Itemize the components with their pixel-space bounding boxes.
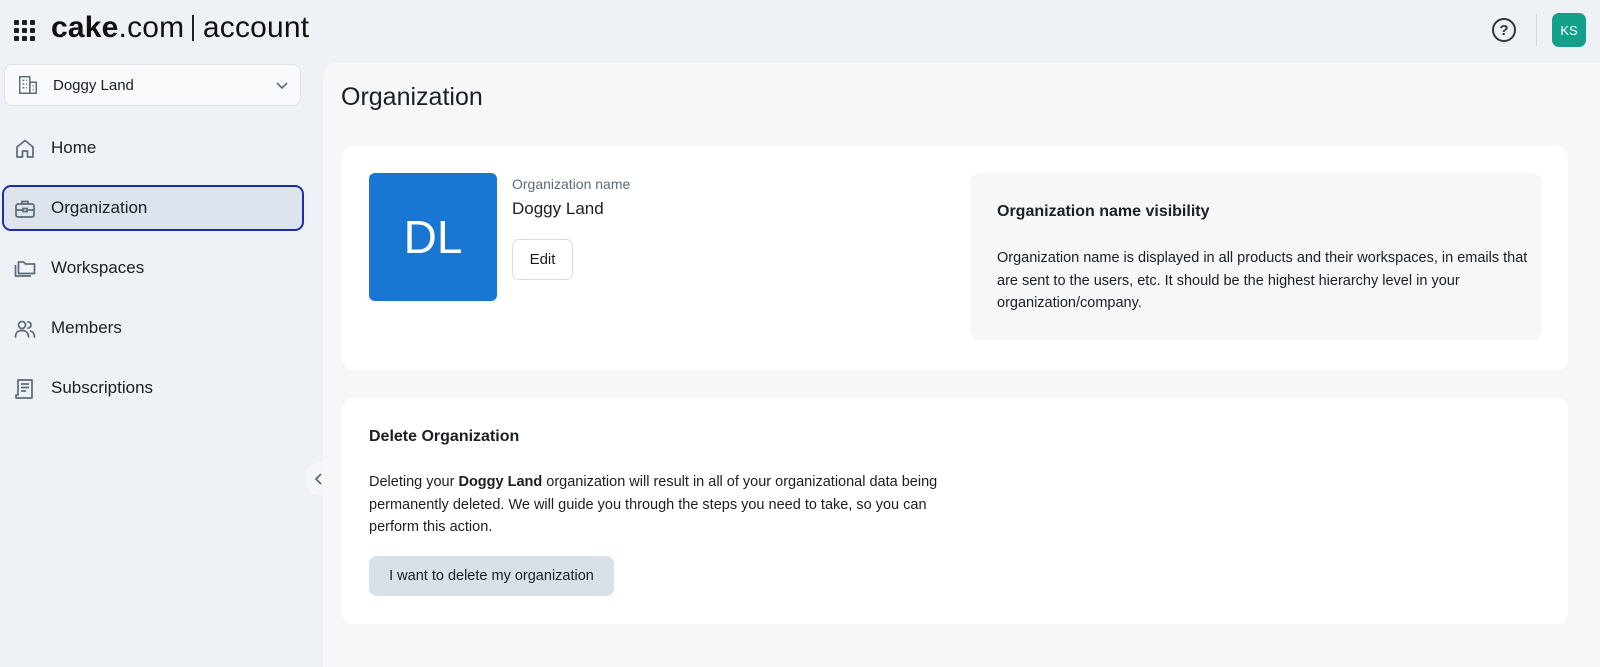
help-circle-icon[interactable]: ?: [1492, 18, 1516, 42]
edit-button[interactable]: Edit: [512, 239, 573, 280]
logo[interactable]: cake .com account: [51, 10, 309, 46]
top-bar: cake .com account ? KS: [0, 0, 1600, 58]
apps-grid-icon[interactable]: [12, 18, 36, 42]
logo-brand: cake: [51, 11, 119, 44]
organization-selector-label: Doggy Land: [53, 76, 134, 94]
sidebar-item-members[interactable]: Members: [2, 305, 304, 351]
logo-domain: .com: [118, 11, 185, 44]
delete-description: Deleting your Doggy Land organization wi…: [369, 471, 959, 539]
briefcase-icon: [15, 200, 35, 218]
logo-separator: [192, 15, 194, 41]
delete-title: Delete Organization: [369, 428, 520, 445]
organization-card: DL Organization name Doggy Land Edit Org…: [342, 146, 1568, 370]
visibility-info-box: Organization name visibility Organizatio…: [970, 173, 1542, 340]
chevron-down-icon: [276, 82, 288, 90]
folders-icon: [14, 261, 36, 277]
users-icon: [14, 320, 36, 338]
sidebar-item-workspaces[interactable]: Workspaces: [2, 245, 304, 291]
page-title: Organization: [341, 83, 483, 111]
sidebar-item-label: Workspaces: [51, 258, 145, 277]
sidebar-item-organization[interactable]: Organization: [2, 185, 304, 231]
delete-organization-button[interactable]: I want to delete my organization: [369, 556, 614, 596]
receipt-icon: [15, 379, 33, 399]
organization-name-value: Doggy Land: [512, 199, 604, 218]
logo-product: account: [202, 11, 310, 44]
delete-organization-card: Delete Organization Deleting your Doggy …: [342, 398, 1568, 624]
sidebar-item-subscriptions[interactable]: Subscriptions: [2, 365, 304, 411]
sidebar-item-label: Home: [51, 138, 97, 157]
visibility-title: Organization name visibility: [997, 203, 1210, 220]
sidebar-item-label: Organization: [51, 198, 148, 217]
organization-name-label: Organization name: [512, 176, 631, 192]
user-avatar[interactable]: KS: [1552, 13, 1586, 47]
main-content: Organization DL Organization name Doggy …: [323, 63, 1600, 667]
home-icon: [16, 139, 34, 158]
organization-avatar: DL: [369, 173, 497, 301]
delete-org-name: Doggy Land: [458, 474, 543, 490]
delete-text-before: Deleting your: [369, 474, 459, 490]
visibility-text: Organization name is displayed in all pr…: [997, 250, 1528, 311]
building-icon: [19, 76, 37, 94]
organization-selector[interactable]: Doggy Land: [4, 64, 301, 106]
sidebar-item-label: Subscriptions: [51, 378, 154, 397]
sidebar-item-home[interactable]: Home: [2, 125, 304, 171]
sidebar-item-label: Members: [51, 318, 122, 337]
header-divider: [1536, 14, 1537, 46]
